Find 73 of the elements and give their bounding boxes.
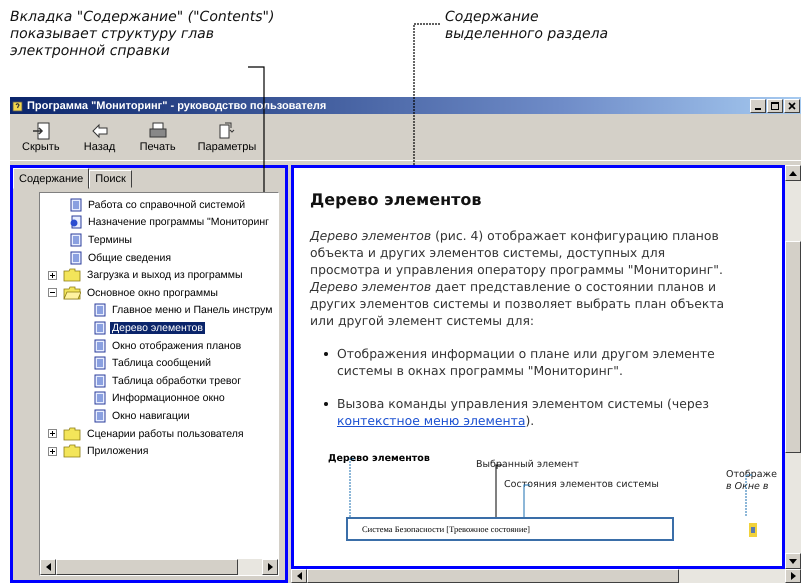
page-icon xyxy=(94,374,106,388)
bullet-icon xyxy=(324,402,328,406)
embedded-window-title: Система Безопасности [Тревожное состояние] xyxy=(362,524,530,534)
figure-label: Состояния элементов системы xyxy=(504,479,659,490)
tab[interactable]: Поиск xyxy=(89,170,132,188)
tree-item[interactable]: Информационное окно xyxy=(110,392,227,404)
left-arrow-icon[interactable] xyxy=(296,572,302,580)
bullet-icon xyxy=(324,352,328,356)
tree-item[interactable]: Сценарии работы пользователя xyxy=(85,428,246,440)
figure-label: Дерево элементов xyxy=(328,453,430,464)
page-icon xyxy=(70,250,82,265)
right-arrow-icon[interactable] xyxy=(268,563,272,571)
tree-item[interactable]: Работа со справочной системой xyxy=(86,198,248,211)
caption: Вкладка "Содержание" ("Contents") показывает структуру глав электронной справки xyxy=(10,9,276,60)
tree-item[interactable]: Окно отображения планов xyxy=(110,340,244,352)
tab[interactable]: Содержание xyxy=(13,168,90,189)
paragraph: Дерево элементов (рис. 4) отображает конфигурацию планов объекта и других элементов системы, доступных для просмотра и управления оператору программы "Мониторинг". Дерево элементов дает представление о состоянии планов и других элементов системы и позволяет выбрать план объекта или другой элемент системы для: xyxy=(310,227,726,329)
horizontal-scrollbar[interactable] xyxy=(40,559,278,575)
down-arrow-icon[interactable] xyxy=(789,558,797,564)
minimize-button[interactable] xyxy=(750,98,766,112)
list-item: Вызова команды управления элементом системы (через контекстное меню элемента). xyxy=(337,395,710,429)
maximize-icon xyxy=(771,102,779,110)
page-icon xyxy=(94,338,106,353)
tree-item[interactable]: Основное окно программы xyxy=(85,286,220,299)
tree-item[interactable]: Дерево элементов xyxy=(110,322,205,334)
topic-heading: Дерево элементов xyxy=(310,190,483,209)
close-icon xyxy=(788,102,796,110)
tree-item[interactable]: Главное меню и Панель инструм xyxy=(110,304,274,316)
left-arrow-icon[interactable] xyxy=(46,563,50,571)
caption: Содержание выделенного раздела xyxy=(445,9,610,43)
folder-icon xyxy=(63,268,81,282)
up-arrow-icon[interactable] xyxy=(789,170,797,176)
page-icon xyxy=(94,408,106,423)
expand-icon[interactable] xyxy=(48,446,57,456)
back-arrow-icon xyxy=(90,121,110,141)
vertical-scrollbar[interactable] xyxy=(785,165,801,569)
tree-item[interactable]: Загрузка и выход из программы xyxy=(85,269,245,282)
hide-button[interactable]: Скрыть xyxy=(18,119,64,155)
link[interactable]: контекстное меню элемента xyxy=(337,413,526,428)
tree-item[interactable]: Общие сведения xyxy=(86,252,174,264)
page-icon xyxy=(70,198,82,212)
page-icon xyxy=(70,232,82,247)
tree-item[interactable]: Таблица обработки тревог xyxy=(110,374,244,387)
page-icon xyxy=(94,356,106,370)
page-icon xyxy=(94,303,106,318)
help-icon xyxy=(12,100,24,112)
print-button[interactable]: Печать xyxy=(136,119,180,155)
back-button[interactable]: Назад xyxy=(78,119,122,155)
maximize-button[interactable] xyxy=(767,98,783,112)
collapse-icon[interactable] xyxy=(48,288,57,298)
options-icon xyxy=(216,121,237,141)
folder-icon xyxy=(63,286,81,300)
minimize-icon xyxy=(755,108,761,110)
page-icon xyxy=(94,391,106,406)
expand-icon[interactable] xyxy=(48,429,57,438)
figure-label: Выбранный элемент xyxy=(476,459,579,470)
expand-icon[interactable] xyxy=(48,270,57,280)
folder-icon xyxy=(63,444,81,458)
hide-pane-icon xyxy=(30,121,51,141)
right-arrow-icon[interactable] xyxy=(790,572,796,580)
figure-label: Отображе xyxy=(726,469,777,480)
horizontal-scrollbar[interactable] xyxy=(291,569,801,583)
page-globe-icon xyxy=(70,215,82,230)
close-button[interactable] xyxy=(784,98,800,112)
folder-icon xyxy=(63,426,81,441)
options-button[interactable]: Параметры xyxy=(194,119,260,155)
list-item: Отображения информации о плане или другом элементе системы в окнах программы "Мониторинг". xyxy=(337,345,716,379)
tree-item[interactable]: Термины xyxy=(86,234,134,246)
tree-item[interactable]: Окно навигации xyxy=(110,410,192,422)
page-icon xyxy=(94,320,106,335)
tree-item[interactable]: Таблица сообщений xyxy=(110,357,214,370)
tree-item[interactable]: Приложения xyxy=(85,445,150,458)
tree-item[interactable]: Назначение программы "Мониторинг xyxy=(86,216,271,228)
